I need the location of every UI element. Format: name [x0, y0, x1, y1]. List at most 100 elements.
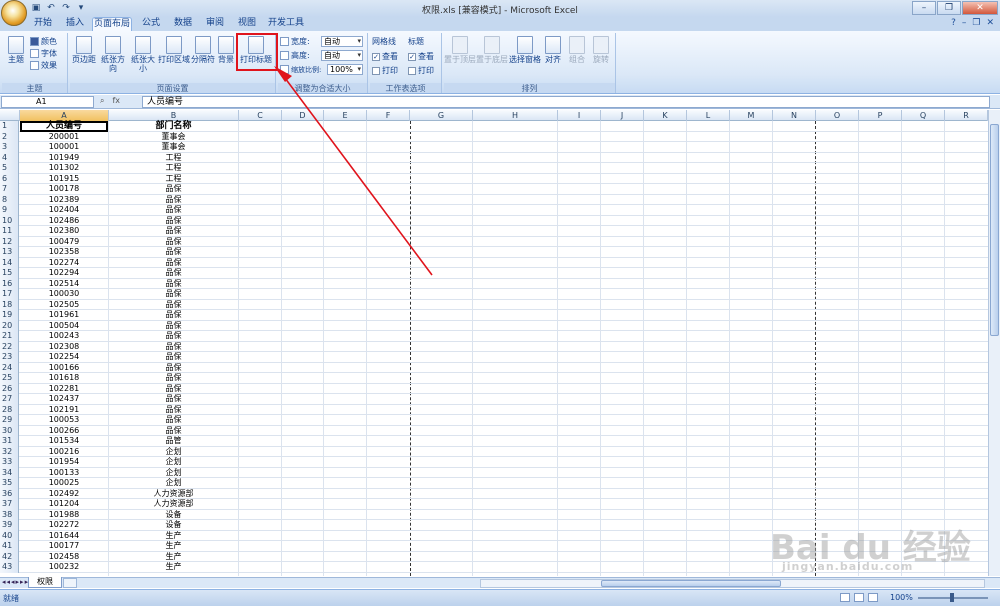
cell-department[interactable]: 品保 [109, 415, 238, 425]
cell-department[interactable]: 品保 [109, 300, 238, 310]
column-header[interactable]: O [816, 110, 859, 121]
cell-department[interactable]: 品保 [109, 247, 238, 257]
cell-department[interactable]: 品保 [109, 321, 238, 331]
cell-department[interactable]: 董事会 [109, 142, 238, 152]
cell-employee-id[interactable]: 101302 [20, 163, 108, 173]
cell-department[interactable]: 设备 [109, 520, 238, 530]
colors-button[interactable]: 颜色 [30, 36, 57, 47]
page-layout-view-icon[interactable] [854, 593, 864, 602]
cell-employee-id[interactable]: 102281 [20, 384, 108, 394]
zoom-slider[interactable] [918, 593, 988, 602]
cell-employee-id[interactable]: 100177 [20, 541, 108, 551]
fonts-button[interactable]: 字体 [30, 48, 57, 59]
row-header[interactable]: 33 [0, 457, 19, 468]
sheet-tab[interactable]: 权限 [28, 577, 62, 588]
cell-employee-id[interactable]: 102380 [20, 226, 108, 236]
cell-employee-id[interactable]: 102505 [20, 300, 108, 310]
cell-employee-id[interactable]: 100178 [20, 184, 108, 194]
row-header[interactable]: 12 [0, 236, 19, 247]
cell-department[interactable]: 品保 [109, 184, 238, 194]
row-header[interactable]: 32 [0, 446, 19, 457]
select-all-corner[interactable] [0, 110, 20, 121]
close-button[interactable]: ✕ [962, 1, 998, 15]
cell-employee-id[interactable]: 100053 [20, 415, 108, 425]
column-header[interactable]: P [859, 110, 902, 121]
cell-employee-id[interactable]: 102437 [20, 394, 108, 404]
restore-button[interactable]: ❐ [937, 1, 961, 15]
ribbon-close-icon[interactable]: ✕ [986, 18, 994, 28]
gridlines-view-checkbox[interactable]: ✓ 查看 [372, 51, 398, 62]
rotate-button[interactable]: 旋转 [590, 36, 612, 64]
cell-department[interactable]: 人力资源部 [109, 499, 238, 509]
column-header[interactable]: I [558, 110, 601, 121]
column-header[interactable]: M [730, 110, 773, 121]
row-header[interactable]: 31 [0, 436, 19, 447]
horizontal-scrollbar[interactable] [480, 579, 985, 588]
cell-employee-id[interactable]: 102274 [20, 258, 108, 268]
cell-employee-id[interactable]: 102308 [20, 342, 108, 352]
bring-front-button[interactable]: 置于顶层 [444, 36, 476, 64]
row-header[interactable]: 17 [0, 289, 19, 300]
cell-department[interactable]: 人力资源部 [109, 489, 238, 499]
row-header[interactable]: 38 [0, 509, 19, 520]
row-header[interactable]: 43 [0, 562, 19, 573]
cell-employee-id[interactable]: 101534 [20, 436, 108, 446]
row-header[interactable]: 1 [0, 121, 19, 132]
tab-data[interactable]: 数据 [170, 17, 196, 31]
selection-pane-button[interactable]: 选择窗格 [508, 36, 542, 64]
column-header[interactable]: N [773, 110, 816, 121]
minimize-button[interactable]: – [912, 1, 936, 15]
cell-department[interactable]: 企划 [109, 447, 238, 457]
cell-department[interactable]: 生产 [109, 552, 238, 562]
cell-employee-id[interactable]: 102358 [20, 247, 108, 257]
margins-button[interactable]: 页边距 [70, 36, 98, 64]
themes-button[interactable]: 主题 [4, 36, 28, 64]
cell-employee-id[interactable]: 100133 [20, 468, 108, 478]
row-header[interactable]: 20 [0, 320, 19, 331]
headings-view-checkbox[interactable]: ✓ 查看 [408, 51, 434, 62]
cell-header-dept[interactable]: 部门名称 [109, 121, 238, 131]
tab-insert[interactable]: 插入 [62, 17, 88, 31]
cell-employee-id[interactable]: 102254 [20, 352, 108, 362]
column-header[interactable]: D [282, 110, 324, 121]
cell-department[interactable]: 品保 [109, 279, 238, 289]
row-header[interactable]: 5 [0, 163, 19, 174]
page-break-view-icon[interactable] [868, 593, 878, 602]
headings-print-checkbox[interactable]: 打印 [408, 65, 434, 76]
cell-employee-id[interactable]: 102272 [20, 520, 108, 530]
cell-department[interactable]: 工程 [109, 174, 238, 184]
row-header[interactable]: 4 [0, 152, 19, 163]
row-header[interactable]: 30 [0, 425, 19, 436]
normal-view-icon[interactable] [840, 593, 850, 602]
column-header[interactable]: G [410, 110, 473, 121]
cell-employee-id[interactable]: 102486 [20, 216, 108, 226]
row-header[interactable]: 19 [0, 310, 19, 321]
cell-employee-id[interactable]: 100216 [20, 447, 108, 457]
column-header[interactable]: K [644, 110, 687, 121]
row-header[interactable]: 8 [0, 194, 19, 205]
cell-employee-id[interactable]: 102404 [20, 205, 108, 215]
ribbon-restore-icon[interactable]: ❐ [972, 18, 980, 28]
row-header[interactable]: 11 [0, 226, 19, 237]
cell-employee-id[interactable]: 100166 [20, 363, 108, 373]
vertical-scrollbar[interactable] [988, 110, 1000, 576]
background-button[interactable]: 背景 [216, 36, 236, 64]
gridlines-print-checkbox[interactable]: 打印 [372, 65, 398, 76]
cell-employee-id[interactable]: 100479 [20, 237, 108, 247]
cell-department[interactable]: 品保 [109, 384, 238, 394]
cell-department[interactable]: 品保 [109, 363, 238, 373]
row-header[interactable]: 27 [0, 394, 19, 405]
cell-department[interactable]: 品保 [109, 310, 238, 320]
cell-department[interactable]: 品保 [109, 216, 238, 226]
cell-employee-id[interactable]: 100025 [20, 478, 108, 488]
breaks-button[interactable]: 分隔符 [190, 36, 216, 64]
cell-department[interactable]: 董事会 [109, 132, 238, 142]
row-header[interactable]: 21 [0, 331, 19, 342]
tab-page-layout[interactable]: 页面布局 [92, 17, 132, 31]
cell-employee-id[interactable]: 100001 [20, 142, 108, 152]
cell-department[interactable]: 品保 [109, 226, 238, 236]
cell-department[interactable]: 品保 [109, 289, 238, 299]
formula-input[interactable]: 人员编号 [142, 96, 990, 108]
effects-button[interactable]: 效果 [30, 60, 57, 71]
help-icon[interactable]: ? [951, 18, 956, 28]
